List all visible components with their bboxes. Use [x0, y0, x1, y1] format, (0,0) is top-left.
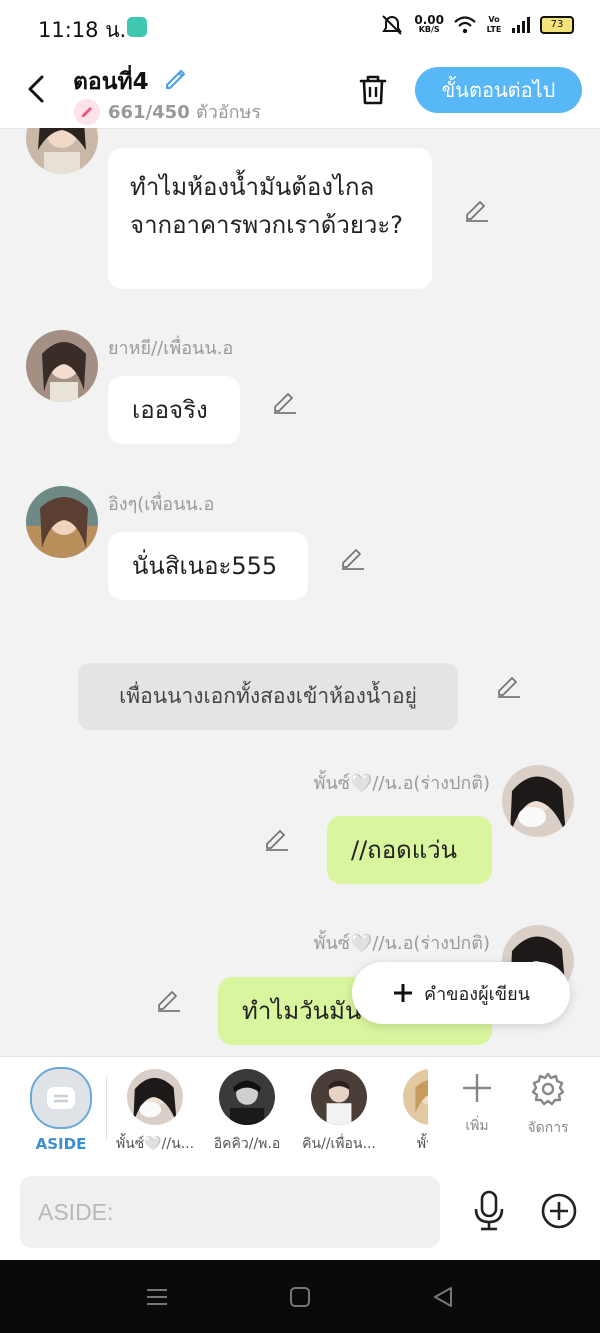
character-count: 661/450 ตัวอักษร — [74, 97, 261, 126]
count-unit: ตัวอักษร — [196, 102, 262, 123]
message-bubble[interactable]: เออจริง — [108, 376, 240, 444]
mute-icon — [382, 15, 403, 35]
character-name: คิน//เพื่อน... — [302, 1136, 376, 1152]
message-bubble[interactable]: //ถอดแว่น — [327, 816, 492, 884]
message-bubble[interactable]: นั่นสิเนอะ555 — [108, 532, 308, 600]
edit-message-icon[interactable] — [338, 544, 366, 572]
next-step-button[interactable]: ขั้นตอนต่อไป — [415, 67, 582, 113]
avatar — [219, 1069, 275, 1125]
plus-icon — [394, 984, 413, 1002]
manage-characters-button[interactable]: จัดการ — [518, 1071, 578, 1139]
aside-button[interactable] — [30, 1067, 92, 1129]
sender-name: ยาหยี//เพื่อนน.อ — [108, 338, 234, 359]
writer-note-label: คำของผู้เขียน — [424, 983, 530, 1005]
system-nav-bar — [0, 1260, 600, 1333]
gear-icon — [531, 1072, 565, 1106]
wifi-icon — [454, 16, 476, 34]
message-input[interactable] — [20, 1176, 440, 1248]
character-name: พั้นซ์ — [416, 1136, 428, 1152]
edit-message-icon[interactable] — [154, 986, 182, 1014]
sender-name: พั้นซ์🤍//น.อ(ร่างปกติ) — [313, 773, 490, 794]
episode-title[interactable]: ตอนที่4 — [73, 64, 149, 100]
avatar[interactable] — [26, 486, 98, 558]
narration-bubble[interactable]: เพื่อนนางเอกทั้งสองเข้าห้องน้ำอยู่ — [78, 663, 458, 730]
add-circle-icon[interactable] — [540, 1192, 578, 1230]
narration-bubble-icon — [47, 1087, 75, 1109]
character-item[interactable]: พั้นซ์🤍//น... — [110, 1069, 200, 1155]
editor-header: ตอนที่4 661/450 ตัวอักษร ขั้นตอนต่อไป — [0, 54, 600, 129]
input-bar — [0, 1165, 600, 1260]
status-icons: 0.00 KB/S Vo LTE 73 — [380, 14, 574, 36]
edit-message-icon[interactable] — [462, 196, 490, 224]
app-notification-icon — [127, 17, 147, 37]
signal-icon — [512, 17, 530, 33]
character-item[interactable]: พั้นซ์ — [386, 1069, 428, 1155]
status-bar: 11:18 น. 0.00 KB/S Vo LTE 73 — [0, 0, 600, 54]
home-nav-icon[interactable] — [289, 1286, 311, 1308]
plus-icon — [463, 1074, 491, 1102]
sender-name: อิงๆ(เพื่อนน.อ — [108, 494, 215, 515]
divider — [106, 1077, 107, 1141]
character-item[interactable]: คิน//เพื่อน... — [294, 1069, 384, 1155]
character-name: พั้นซ์🤍//น... — [115, 1136, 195, 1152]
trash-icon[interactable] — [356, 72, 390, 108]
edit-message-icon[interactable] — [494, 672, 522, 700]
avatar[interactable] — [502, 765, 574, 837]
pencil-badge-icon — [74, 98, 100, 125]
volte-badge: Vo LTE — [486, 15, 502, 34]
count-value: 661/450 — [108, 102, 190, 123]
manage-label: จัดการ — [527, 1120, 569, 1136]
status-time: 11:18 น. — [38, 18, 127, 42]
character-bar: ASIDE พั้นซ์🤍//น... อิคคิว//พ.อ คิน//เพื… — [0, 1056, 600, 1166]
add-character-button[interactable]: เพิ่ม — [447, 1071, 507, 1137]
edit-message-icon[interactable] — [270, 388, 298, 416]
message-bubble[interactable]: ทำไมห้องน้ำมันต้องไกลจากอาคารพวกเราด้วยว… — [108, 148, 432, 289]
avatar[interactable] — [26, 128, 98, 174]
avatar — [127, 1069, 183, 1125]
add-label: เพิ่ม — [465, 1118, 489, 1134]
writer-note-button[interactable]: คำของผู้เขียน — [352, 962, 570, 1024]
character-name: อิคคิว//พ.อ — [213, 1136, 281, 1152]
menu-nav-icon[interactable] — [146, 1286, 168, 1308]
character-item[interactable]: อิคคิว//พ.อ — [202, 1069, 292, 1155]
aside-label: ASIDE — [35, 1135, 87, 1153]
battery-icon: 73 — [540, 16, 574, 34]
avatar[interactable] — [26, 330, 98, 402]
back-nav-icon[interactable] — [432, 1286, 454, 1308]
avatar — [311, 1069, 367, 1125]
net-speed: 0.00 KB/S — [414, 13, 444, 34]
back-arrow-icon[interactable] — [22, 72, 52, 106]
character-list[interactable]: พั้นซ์🤍//น... อิคคิว//พ.อ คิน//เพื่อน...… — [110, 1057, 428, 1165]
microphone-icon[interactable] — [470, 1190, 508, 1232]
avatar — [403, 1069, 428, 1125]
sender-name: พั้นซ์🤍//น.อ(ร่างปกติ) — [313, 933, 490, 954]
edit-message-icon[interactable] — [262, 825, 290, 853]
chat-area[interactable]: ทำไมห้องน้ำมันต้องไกลจากอาคารพวกเราด้วยว… — [0, 128, 600, 1056]
edit-title-pencil-icon[interactable] — [162, 64, 190, 92]
